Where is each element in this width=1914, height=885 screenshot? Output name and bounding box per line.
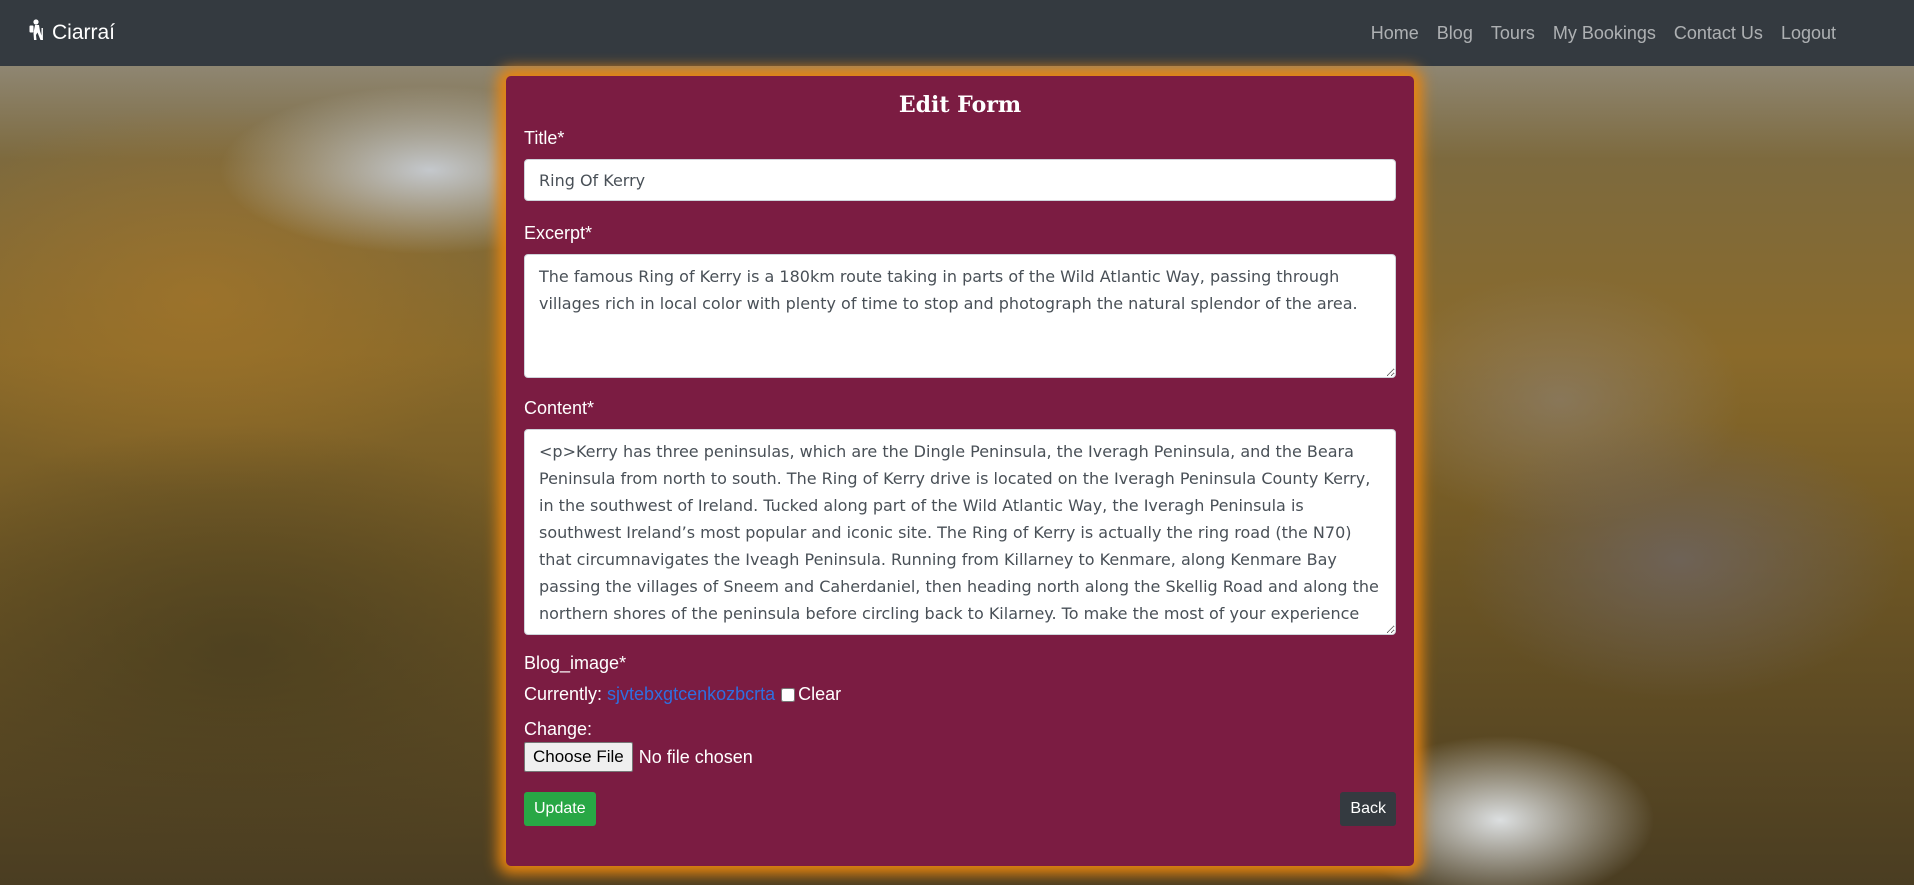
brand-name: Ciarraí: [52, 21, 116, 44]
blog-image-label: Blog_image*: [524, 653, 627, 673]
title-label: Title*: [524, 128, 565, 148]
file-input: Choose File No file chosen: [524, 742, 1396, 772]
no-file-chosen-text: No file chosen: [638, 746, 753, 767]
form-title: Edit Form: [898, 92, 1022, 118]
clear-checkbox[interactable]: [781, 687, 796, 702]
choose-file-button[interactable]: Choose File: [524, 742, 633, 772]
brand-link[interactable]: Ciarraí: [26, 19, 115, 47]
excerpt-label: Excerpt*: [524, 223, 593, 243]
nav-link-blog[interactable]: Blog: [1437, 23, 1473, 44]
update-button[interactable]: Update: [524, 792, 596, 826]
content-label: Content*: [524, 398, 595, 418]
nav-link-logout[interactable]: Logout: [1781, 23, 1836, 44]
current-image-link[interactable]: sjvtebxgtcenkozbcrta: [607, 684, 775, 705]
content-textarea[interactable]: <p>Kerry has three peninsulas, which are…: [524, 429, 1396, 635]
excerpt-textarea[interactable]: The famous Ring of Kerry is a 180km rout…: [524, 254, 1396, 378]
nav-link-contact-us[interactable]: Contact Us: [1674, 23, 1763, 44]
nav-link-home[interactable]: Home: [1371, 23, 1419, 44]
current-image-row: Currently: sjvtebxgtcenkozbcrta Clear: [524, 684, 1396, 705]
clear-label: Clear: [798, 684, 842, 704]
form-actions: Update Back: [524, 792, 1396, 826]
nav-link-my-bookings[interactable]: My Bookings: [1553, 23, 1656, 44]
title-input[interactable]: [524, 159, 1396, 201]
change-label: Change:: [524, 719, 593, 739]
navbar: Ciarraí Home Blog Tours My Bookings Cont…: [0, 0, 1914, 66]
nav-links: Home Blog Tours My Bookings Contact Us L…: [1353, 23, 1836, 44]
currently-label: Currently:: [524, 684, 603, 704]
edit-form-card: Edit Form Title* Excerpt* The famous Rin…: [506, 76, 1414, 866]
nav-link-tours[interactable]: Tours: [1491, 23, 1535, 44]
hiking-icon: [26, 19, 52, 47]
back-button[interactable]: Back: [1340, 792, 1396, 826]
